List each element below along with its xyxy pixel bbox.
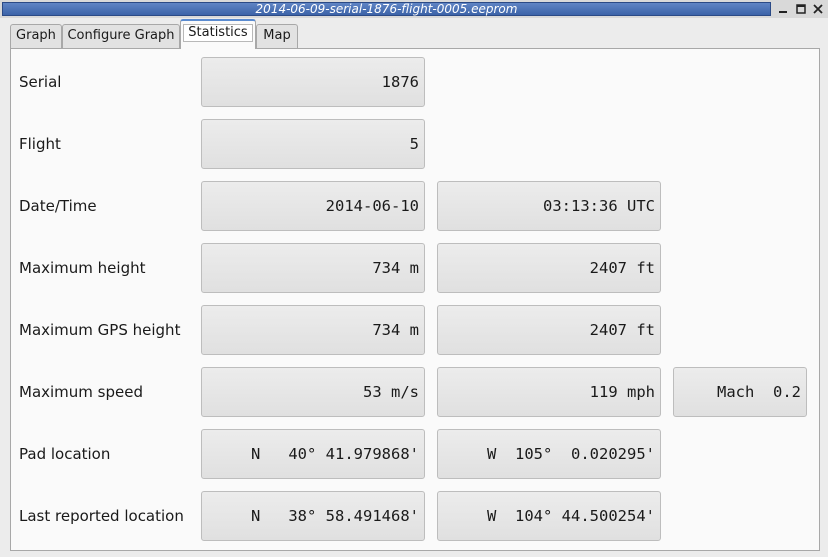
time-value: 03:13:36 UTC — [437, 181, 661, 231]
pad-location-label: Pad location — [19, 445, 111, 463]
last-location-label: Last reported location — [19, 507, 184, 525]
last-latitude: N 38° 58.491468' — [201, 491, 425, 541]
pad-longitude: W 105° 0.020295' — [437, 429, 661, 479]
date-value: 2014-06-10 — [201, 181, 425, 231]
maximize-icon — [796, 4, 806, 14]
close-button[interactable] — [811, 2, 825, 16]
maximize-button[interactable] — [794, 2, 808, 16]
max-height-metric: 734 m — [201, 243, 425, 293]
minimize-icon — [779, 11, 787, 13]
max-gps-height-imperial: 2407 ft — [437, 305, 661, 355]
max-gps-height-label: Maximum GPS height — [19, 321, 181, 339]
close-icon — [813, 4, 823, 14]
serial-label: Serial — [19, 73, 62, 91]
tab-graph[interactable]: Graph — [10, 24, 62, 48]
flight-label: Flight — [19, 135, 61, 153]
tab-statistics[interactable]: Statistics — [180, 19, 256, 49]
tab-statistics-label: Statistics — [183, 24, 253, 42]
title-bar: 2014-06-09-serial-1876-flight-0005.eepro… — [0, 0, 828, 18]
tab-configure-graph[interactable]: Configure Graph — [62, 24, 180, 48]
max-speed-imperial: 119 mph — [437, 367, 661, 417]
last-longitude: W 104° 44.500254' — [437, 491, 661, 541]
datetime-label: Date/Time — [19, 197, 97, 215]
max-speed-metric: 53 m/s — [201, 367, 425, 417]
window-title: 2014-06-09-serial-1876-flight-0005.eepro… — [2, 2, 771, 16]
max-speed-label: Maximum speed — [19, 383, 143, 401]
max-height-imperial: 2407 ft — [437, 243, 661, 293]
tab-map[interactable]: Map — [256, 24, 298, 48]
max-speed-mach: Mach 0.2 — [673, 367, 807, 417]
pad-latitude: N 40° 41.979868' — [201, 429, 425, 479]
minimize-button[interactable] — [776, 2, 790, 16]
flight-value: 5 — [201, 119, 425, 169]
serial-value: 1876 — [201, 57, 425, 107]
max-height-label: Maximum height — [19, 259, 146, 277]
max-gps-height-metric: 734 m — [201, 305, 425, 355]
